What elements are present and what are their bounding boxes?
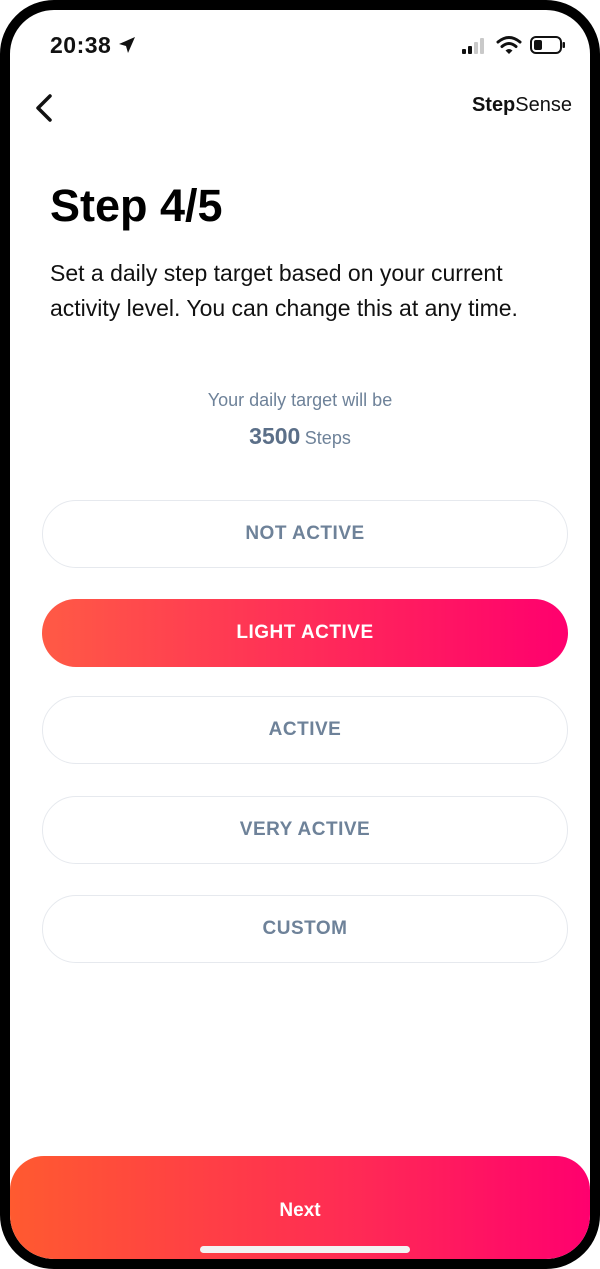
page-description: Set a daily step target based on your cu…: [50, 260, 518, 321]
home-indicator[interactable]: [200, 1246, 410, 1253]
target-number: 3500: [249, 423, 301, 449]
phone-screen: 20:38 StepSense Step 4/5 Set a daily ste…: [0, 0, 600, 1269]
back-button[interactable]: [24, 88, 64, 128]
status-bar: 20:38: [10, 10, 590, 90]
option-custom[interactable]: CUSTOM: [42, 895, 568, 963]
option-light-active[interactable]: LIGHT ACTIVE: [42, 599, 568, 667]
option-not-active[interactable]: NOT ACTIVE: [42, 500, 568, 568]
app-logo: StepSense: [472, 94, 572, 117]
next-label: Next: [279, 1199, 321, 1221]
option-very-active[interactable]: VERY ACTIVE: [42, 796, 568, 864]
target-unit: Steps: [304, 428, 351, 448]
location-arrow-icon: [119, 37, 135, 53]
target-value: 3500 Steps: [10, 423, 590, 450]
page-title: Step 4/5: [50, 180, 223, 231]
battery-icon: [530, 36, 565, 54]
brand-bold: Step: [471, 94, 516, 116]
status-time: 20:38: [50, 32, 112, 58]
cellular-signal-icon: [462, 38, 484, 54]
wifi-icon: [496, 36, 522, 54]
option-active[interactable]: ACTIVE: [42, 696, 568, 764]
brand-regular: Sense: [515, 94, 572, 116]
target-label: Your daily target will be: [207, 390, 393, 410]
